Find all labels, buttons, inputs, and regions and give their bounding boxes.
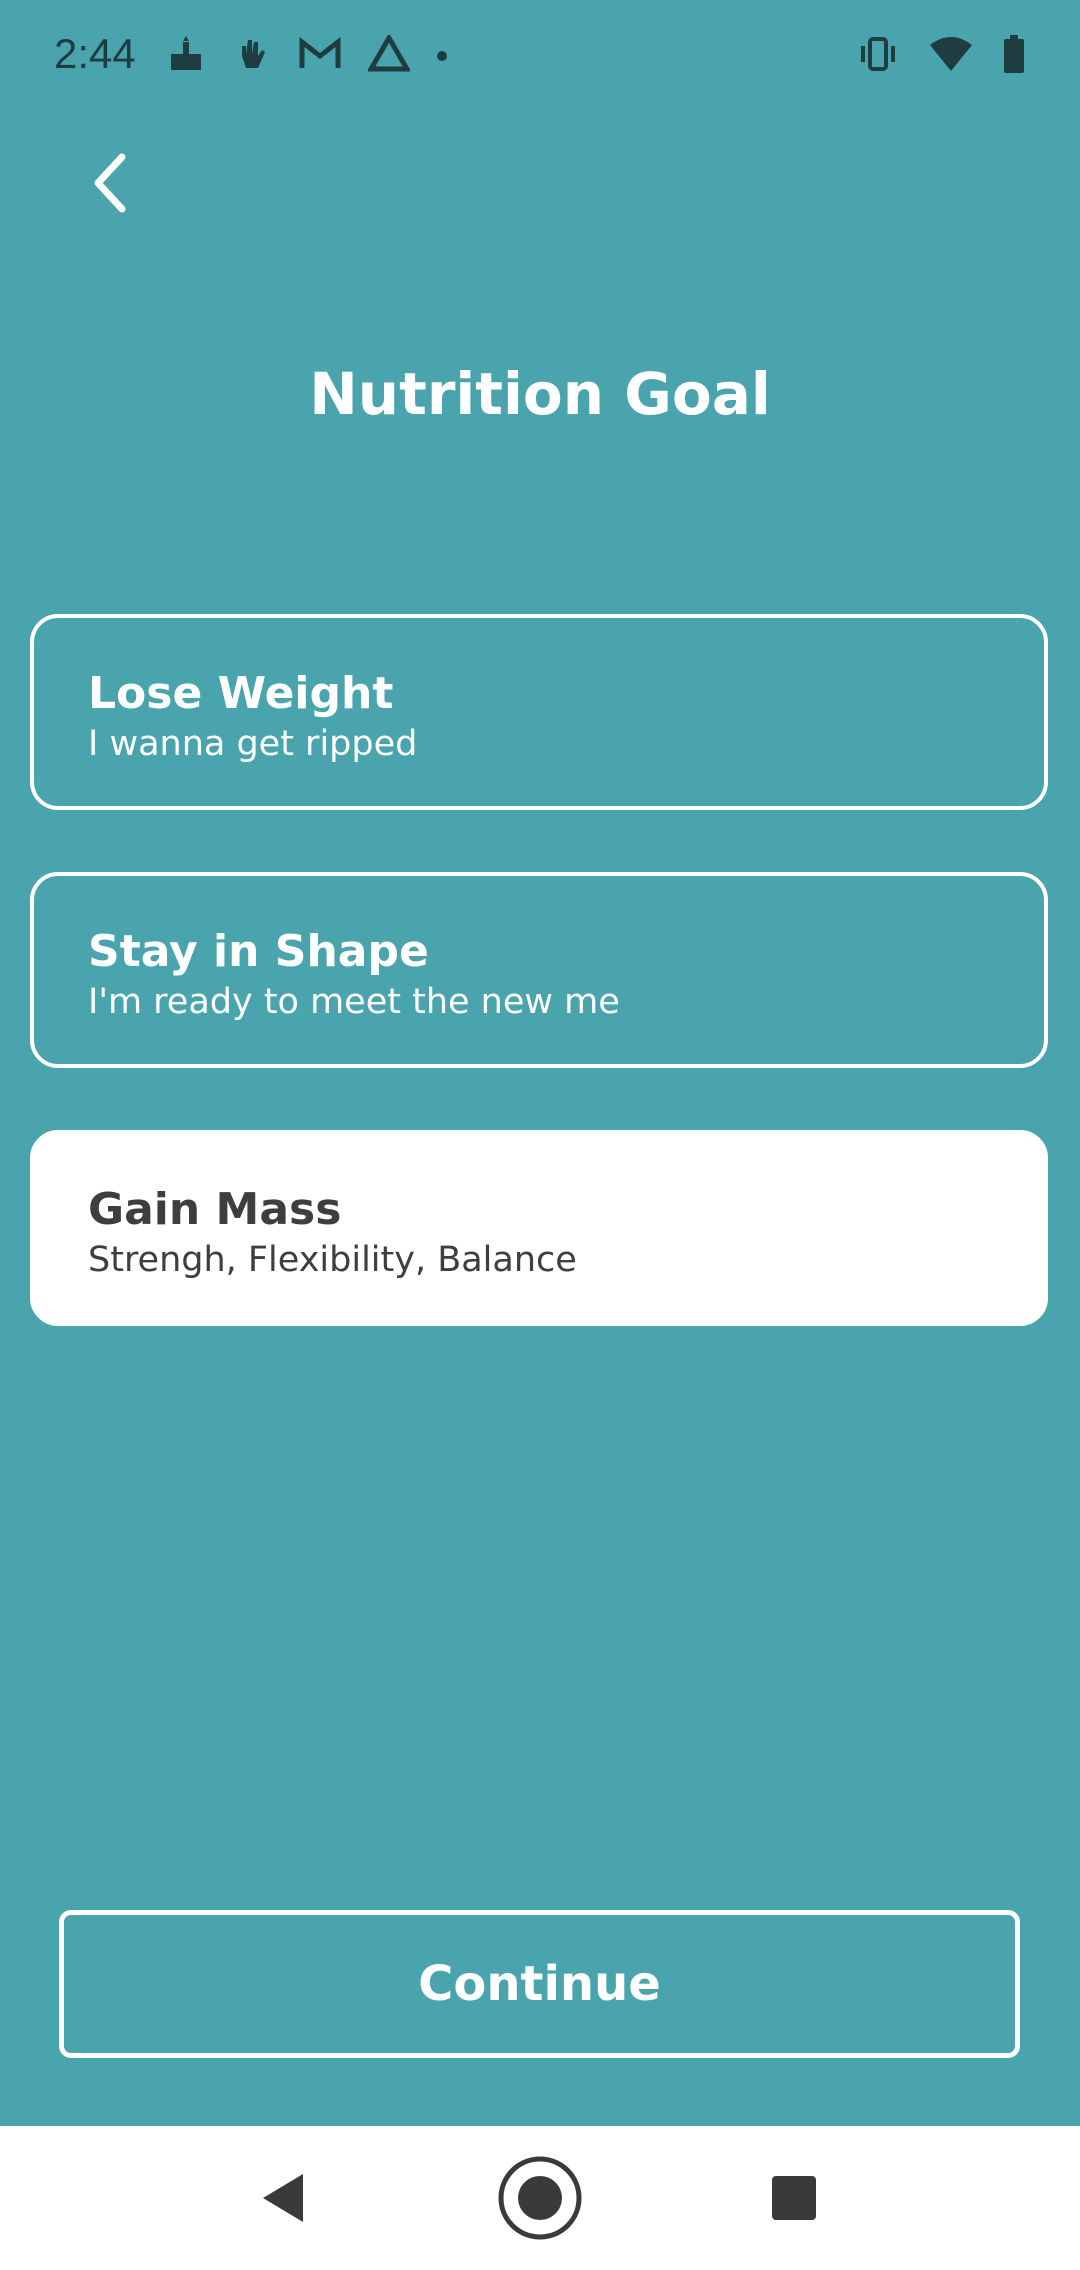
drive-icon [366,33,412,77]
status-time: 2:44 [54,30,136,77]
option-stay-in-shape[interactable]: Stay in Shape I'm ready to meet the new … [30,872,1048,1068]
vibrate-icon [856,35,900,77]
option-title: Stay in Shape [88,926,429,977]
page-title: Nutrition Goal [309,360,771,428]
battery-icon [1002,34,1026,78]
nav-back-button[interactable] [236,2152,332,2248]
nav-home-button[interactable] [492,2152,588,2248]
circle-home-icon [496,2154,584,2246]
wifi-icon [928,35,974,77]
continue-button[interactable]: Continue [59,1910,1020,2058]
option-subtitle: Strengh, Flexibility, Balance [88,1240,577,1280]
dot-icon [436,47,448,66]
option-title: Gain Mass [88,1184,342,1235]
option-title: Lose Weight [88,668,394,719]
option-lose-weight[interactable]: Lose Weight I wanna get ripped [30,614,1048,810]
option-subtitle: I wanna get ripped [88,724,418,764]
gmail-icon [298,36,342,76]
option-subtitle: I'm ready to meet the new me [88,982,620,1022]
nav-recents-button[interactable] [746,2152,842,2248]
square-recents-icon [770,2174,818,2226]
back-button[interactable] [78,150,142,220]
cake-icon [166,34,206,78]
chevron-left-icon [88,151,132,219]
hand-wave-icon [232,34,272,78]
option-gain-mass[interactable]: Gain Mass Strengh, Flexibility, Balance [30,1130,1048,1326]
status-bar: 2:44 [0,0,1080,110]
system-icons [856,34,1026,78]
navigation-bar [0,2126,1080,2270]
triangle-back-icon [259,2170,309,2230]
notification-icons [166,33,448,78]
